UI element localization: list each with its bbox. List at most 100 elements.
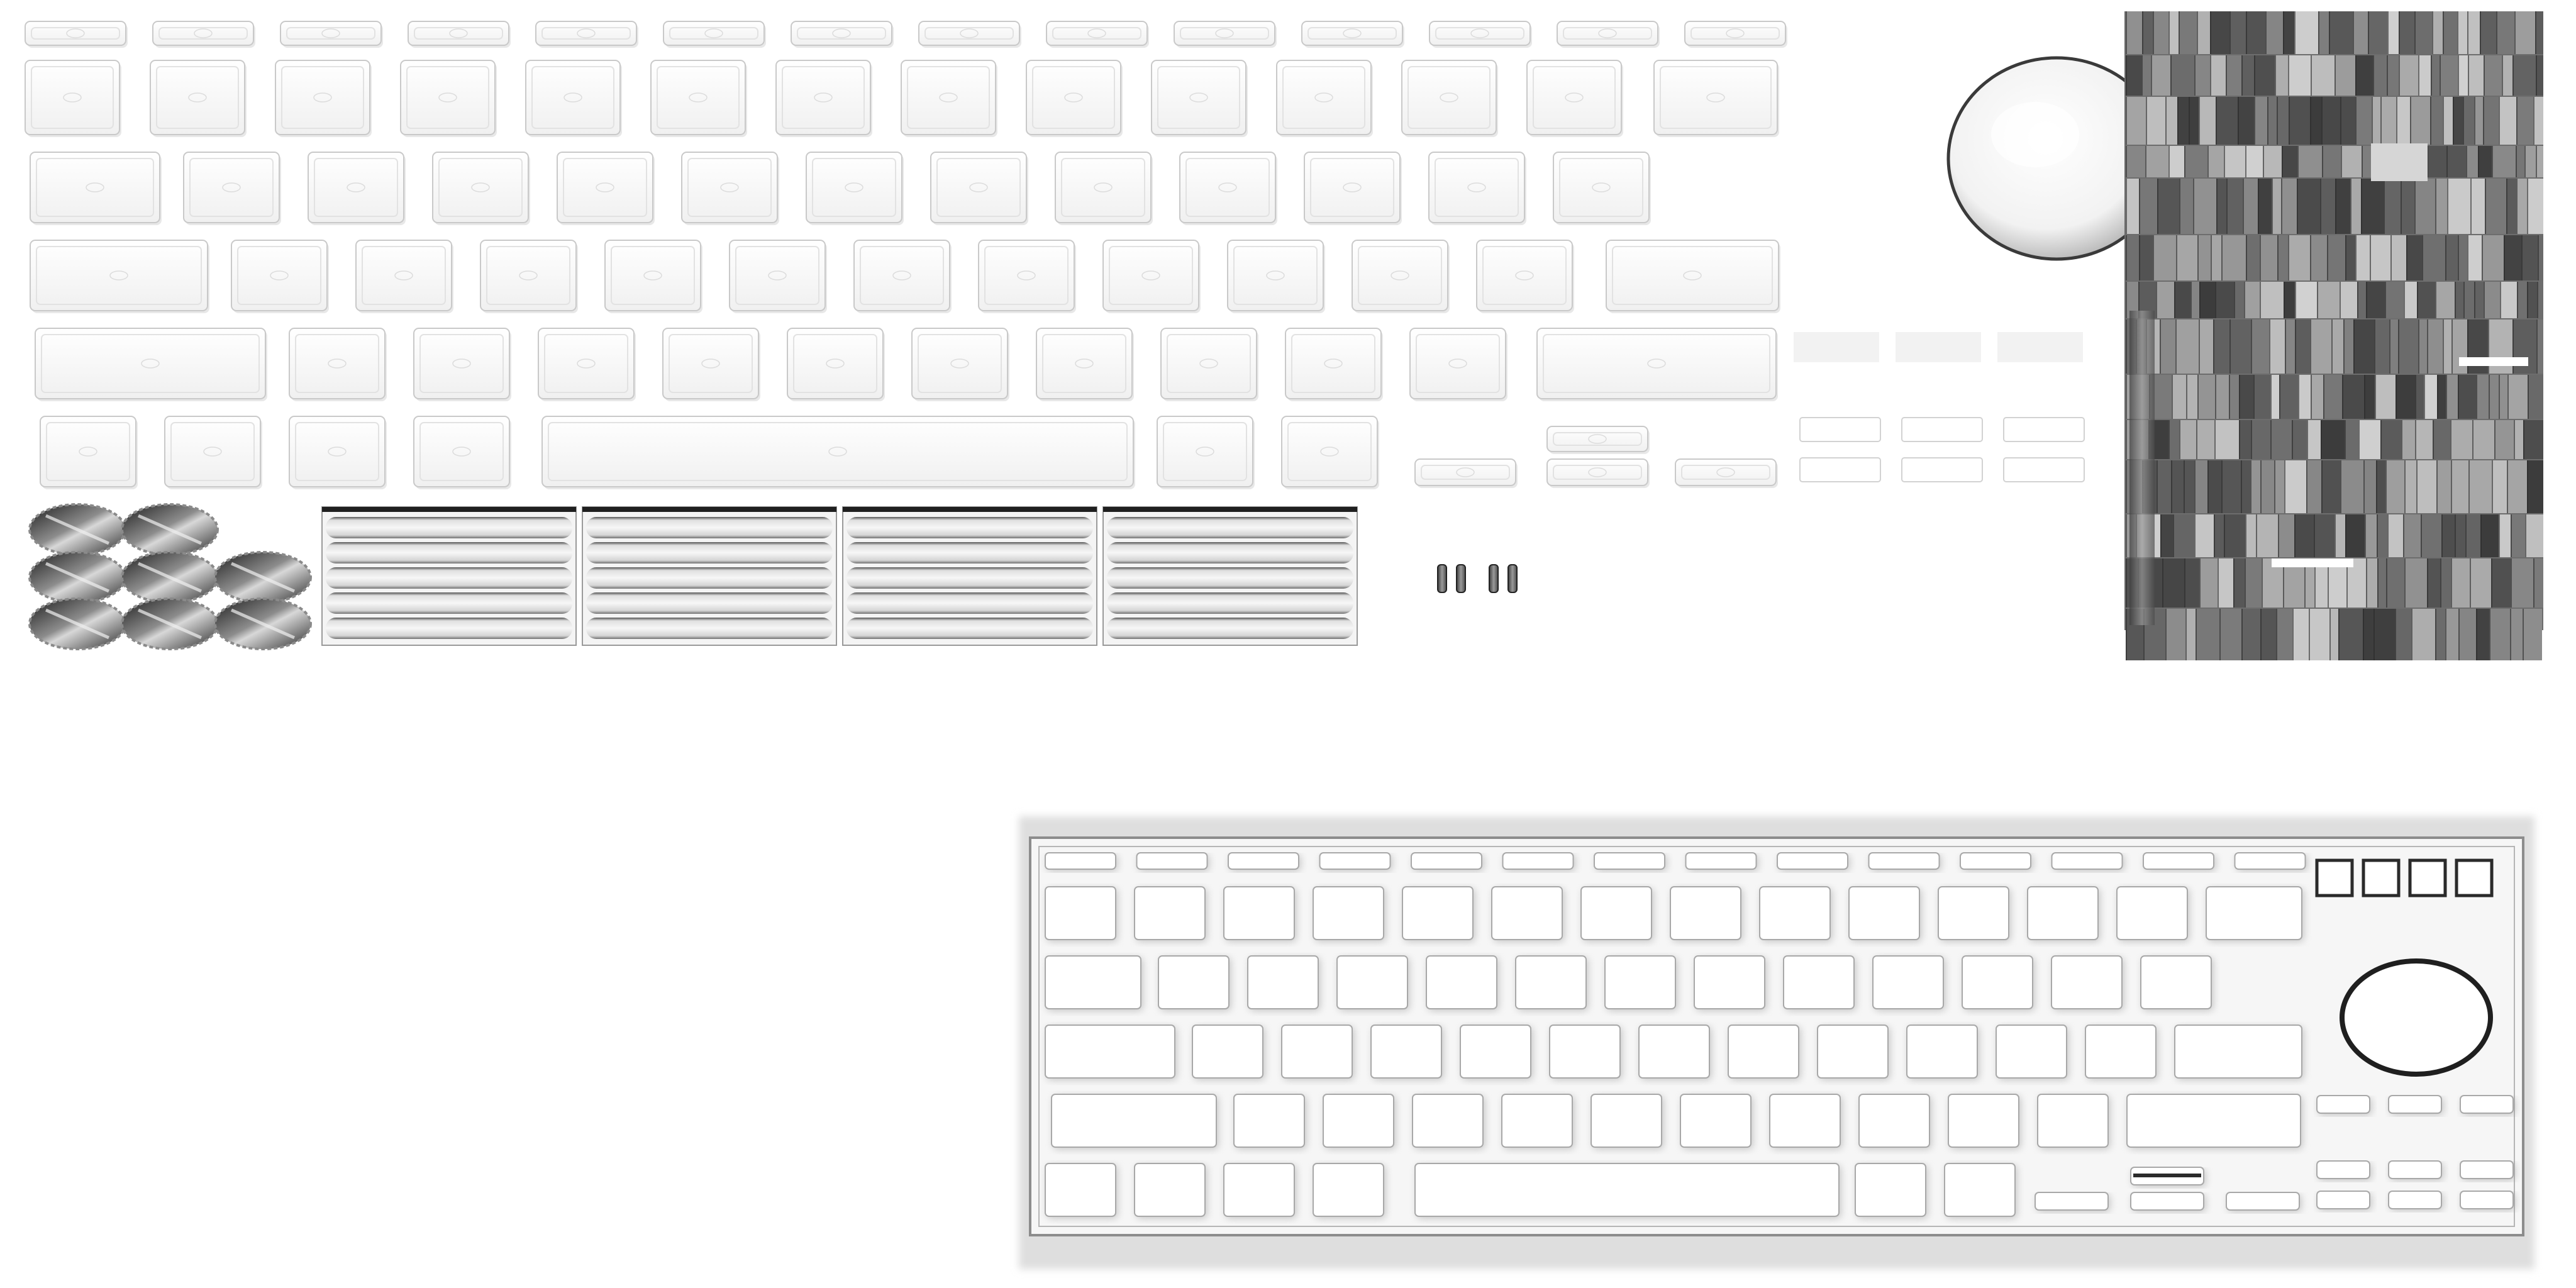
bar-segment-edge (2430, 97, 2431, 145)
bar-segment-edge (2458, 609, 2460, 660)
bar-segment (2463, 282, 2474, 318)
bar-segment (2521, 235, 2538, 280)
preview-key (1680, 1094, 1752, 1148)
bar-segment-edge (2380, 97, 2382, 145)
bar-segment-edge (2215, 375, 2216, 419)
bar-segment-edge (2177, 97, 2179, 145)
bar-segment (2126, 179, 2139, 234)
bar-segment (2126, 55, 2141, 96)
bar-segment-edge (2176, 235, 2177, 280)
keycap-function (918, 21, 1021, 48)
bar-segment (2384, 179, 2401, 234)
bar-segment (2361, 179, 2384, 234)
bar-segment (2245, 146, 2263, 177)
bar-segment (2340, 97, 2355, 145)
vertical-bars-panel (2124, 11, 2543, 660)
blank-strip (1794, 332, 1879, 362)
bar-segment-edge (2229, 11, 2231, 54)
bar-segment (2450, 420, 2472, 459)
bar-segment-edge (2194, 514, 2196, 557)
keycap-face (853, 240, 950, 311)
bar-segment (2151, 55, 2170, 96)
bar-segment (2415, 375, 2424, 419)
keycap (1026, 60, 1123, 137)
keycap-face (413, 328, 510, 399)
bar-segment-edge (2374, 319, 2375, 374)
bar-segment (2385, 282, 2404, 318)
bar-segment-edge (2160, 514, 2162, 557)
keycap-face (289, 328, 386, 399)
keycap (978, 240, 1076, 313)
bar-segment-edge (2535, 11, 2536, 54)
keycap-face (1546, 458, 1648, 486)
preview-key (1233, 1094, 1305, 1148)
bar-segment-edge (2139, 179, 2140, 234)
preview-key-small (2388, 1160, 2442, 1179)
bar-segment-edge (2466, 146, 2467, 177)
keycap-face (604, 240, 701, 311)
preview-key-function (2143, 852, 2214, 870)
bar-segment (2511, 558, 2533, 608)
bar-segment-edge (2384, 179, 2385, 234)
bar-segment-edge (2416, 460, 2418, 513)
keycap-enter (1606, 240, 1780, 313)
preview-key-modifier (1223, 1163, 1295, 1217)
bar-segment-edge (2440, 55, 2441, 96)
bar-segment (2342, 375, 2364, 419)
bar-segment-edge (2199, 282, 2201, 318)
bar-segment (2517, 282, 2527, 318)
bar-segment (2250, 460, 2260, 513)
keycap-face (1036, 328, 1133, 399)
bar-segment-edge (2253, 375, 2255, 419)
keycap-tab (30, 152, 162, 225)
preview-key (1759, 886, 1831, 940)
preview-key (1848, 886, 1920, 940)
bar-segment (2435, 179, 2447, 234)
bar-segment-edge (2190, 282, 2192, 318)
bar-segment-edge (2270, 420, 2272, 459)
bar-segment-edge (2157, 179, 2158, 234)
bar-segment (2377, 558, 2386, 608)
keycap (1102, 240, 1201, 313)
keycap-face (1414, 458, 1516, 486)
rib (586, 618, 833, 639)
bar-segment-edge (2310, 235, 2311, 280)
bar-segment-edge (2514, 11, 2516, 54)
preview-key-backspace (2206, 886, 2302, 940)
bar-segment (2414, 179, 2435, 234)
bar-segment-edge (2404, 558, 2406, 608)
bar-segment-edge (2363, 460, 2365, 513)
bar-segment (2215, 282, 2234, 318)
keycap-face (35, 328, 266, 399)
preview-key (1872, 955, 1944, 1009)
keycap (1036, 328, 1134, 401)
bar-segment (2294, 11, 2318, 54)
bar-segment (2474, 282, 2484, 318)
keycap (1526, 60, 1623, 137)
bar-segment-edge (2340, 282, 2341, 318)
keycap (1304, 152, 1402, 225)
preview-key-small (2460, 1095, 2514, 1114)
keycap-face (164, 416, 261, 487)
keycap (787, 328, 885, 401)
bar-segment-edge (2245, 146, 2246, 177)
bar-segment-edge (2126, 235, 2127, 280)
preview-key-spacebar (1414, 1163, 1840, 1217)
keycap-face (400, 60, 496, 135)
bar-segment-edge (2199, 97, 2200, 145)
bar-segment-edge (2277, 97, 2278, 145)
keycap-shift-right (1536, 328, 1778, 401)
rib (586, 567, 833, 589)
bar-segment-edge (2432, 11, 2433, 54)
preview-key (1996, 1024, 2067, 1079)
bar-segment (2370, 235, 2390, 280)
bar-segment (2403, 514, 2421, 557)
bar-segment (2172, 375, 2186, 419)
bar-segment-edge (2186, 375, 2187, 419)
bar-segment-edge (2126, 420, 2127, 459)
bar-segment-edge (2310, 319, 2311, 374)
bar-segment-edge (2373, 55, 2374, 96)
bar-segment (2527, 460, 2543, 513)
bar-segment-edge (2184, 146, 2185, 177)
keycap-face (1227, 240, 1324, 311)
